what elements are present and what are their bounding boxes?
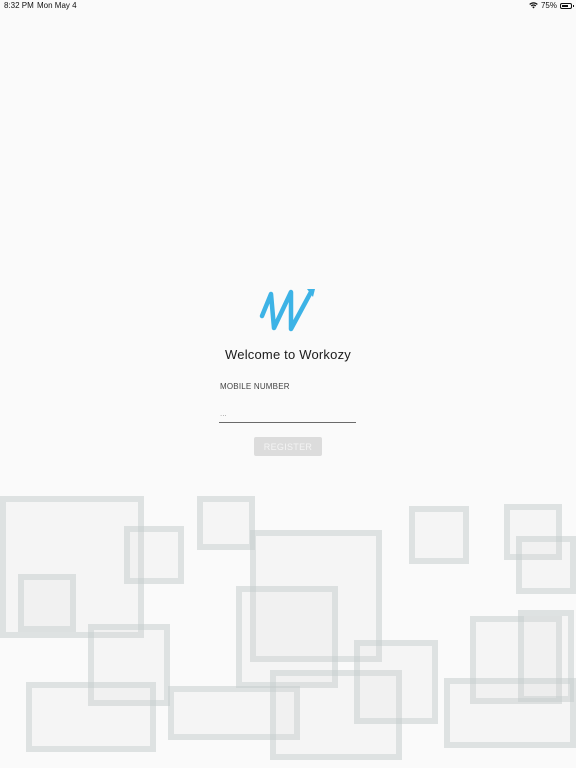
decor-square xyxy=(444,678,576,748)
decor-square xyxy=(26,682,156,752)
register-button[interactable]: REGISTER xyxy=(254,437,322,456)
status-indicators: 75% xyxy=(529,1,574,10)
decor-square xyxy=(354,640,438,724)
workozy-logo-icon xyxy=(259,289,315,332)
wifi-icon xyxy=(529,2,538,9)
decor-square xyxy=(197,496,255,550)
battery-fill xyxy=(562,4,568,7)
mobile-number-label: MOBILE NUMBER xyxy=(220,382,290,391)
background-squares xyxy=(0,490,576,768)
welcome-heading: Welcome to Workozy xyxy=(225,347,351,362)
status-bar: 8:32 PM Mon May 4 75% xyxy=(0,0,576,12)
decor-square xyxy=(409,506,469,564)
decor-square xyxy=(124,526,184,584)
decor-square xyxy=(516,536,576,594)
decor-square xyxy=(18,574,76,632)
status-date: Mon May 4 xyxy=(37,1,77,10)
status-time: 8:32 PM xyxy=(4,1,34,10)
battery-icon xyxy=(560,2,574,9)
mobile-number-input[interactable] xyxy=(219,405,356,423)
app-screen: 8:32 PM Mon May 4 75% Welcome to Workozy… xyxy=(0,0,576,768)
battery-percent: 75% xyxy=(540,1,557,10)
